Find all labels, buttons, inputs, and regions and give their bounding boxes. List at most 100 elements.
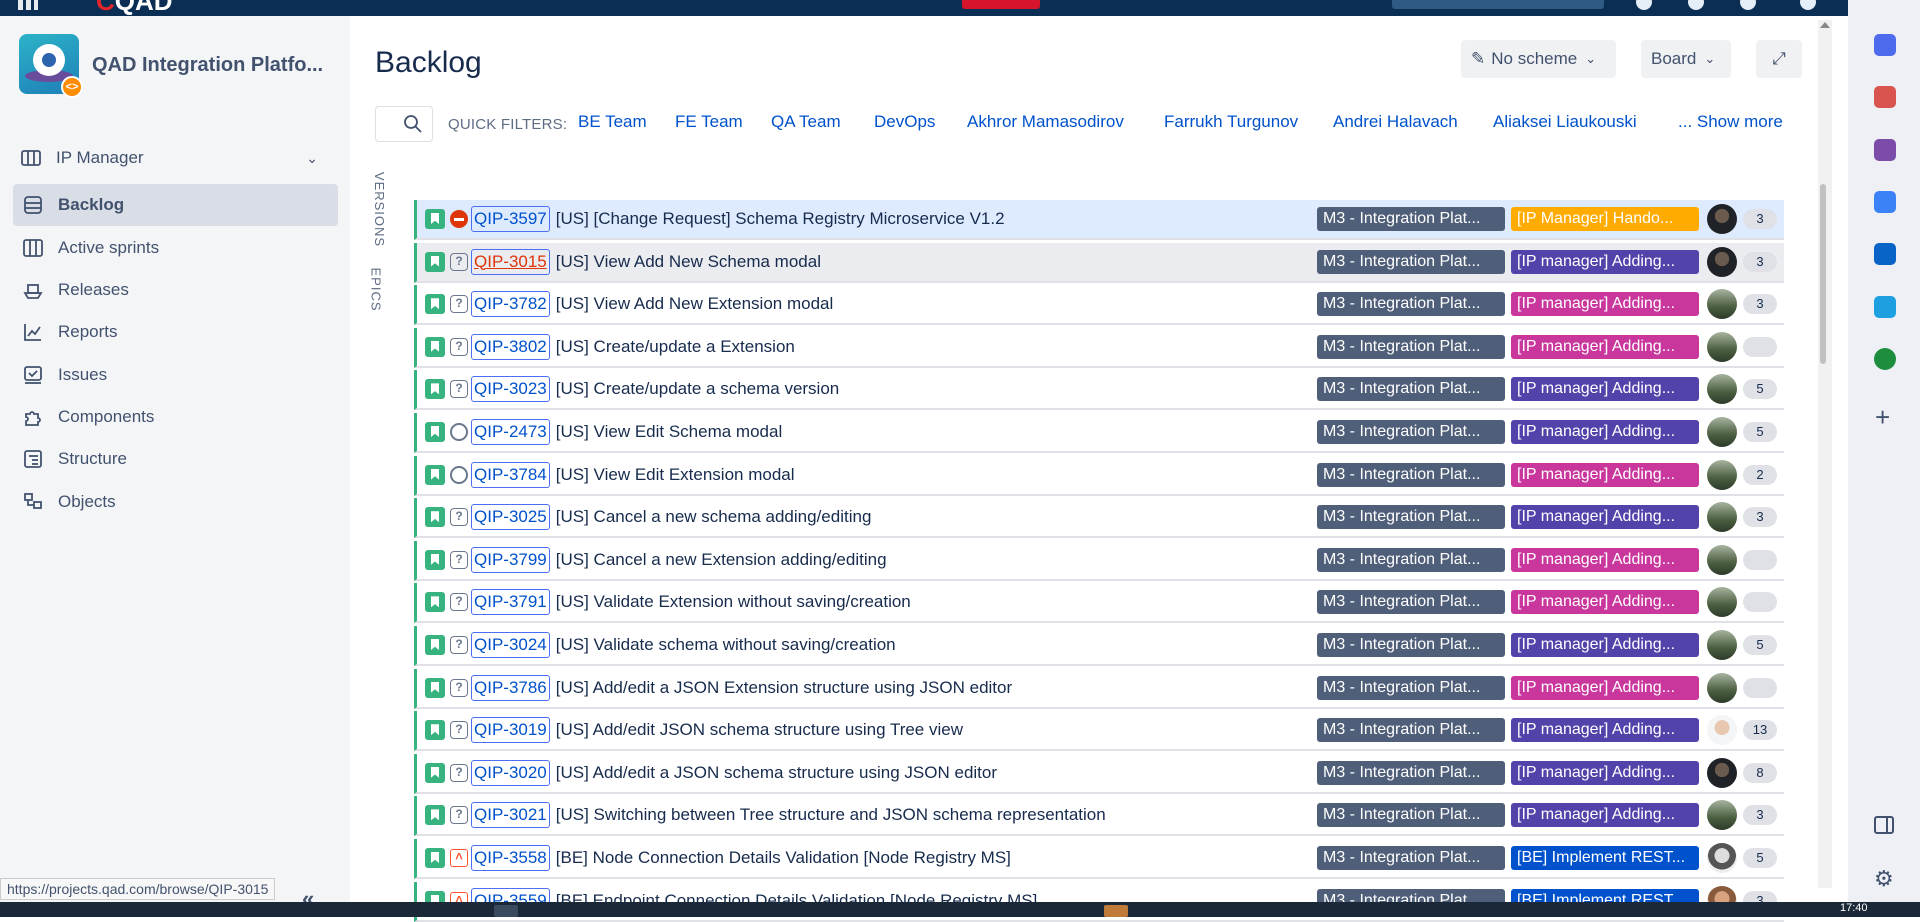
- gear-icon[interactable]: ⚙: [1874, 866, 1894, 892]
- issue-key-link[interactable]: QIP-3791: [471, 589, 550, 616]
- epic-lozenge[interactable]: [IP manager] Adding...: [1511, 420, 1699, 444]
- color-scheme-button[interactable]: ✎ No scheme ⌄: [1461, 40, 1616, 78]
- assignee-avatar[interactable]: [1707, 587, 1737, 618]
- issue-row[interactable]: ? QIP-3020 [US] Add/edit a JSON schema str…: [414, 753, 1784, 794]
- epic-lozenge[interactable]: [IP manager] Adding...: [1511, 249, 1699, 274]
- epic-lozenge[interactable]: [IP manager] Adding...: [1511, 377, 1699, 402]
- notifications-icon[interactable]: [1636, 0, 1652, 10]
- epic-lozenge[interactable]: [IP manager] Adding...: [1511, 505, 1699, 530]
- issue-key-link[interactable]: QIP-3597: [471, 206, 550, 232]
- epic-lozenge[interactable]: [IP Manager] Hando...: [1511, 207, 1699, 231]
- sidebar-item-releases[interactable]: Releases: [13, 269, 338, 311]
- assignee-avatar[interactable]: [1707, 800, 1737, 831]
- sidebar-item-components[interactable]: Components: [13, 396, 338, 438]
- issue-key-link[interactable]: QIP-3786: [471, 674, 550, 701]
- epic-lozenge[interactable]: [BE] Implement REST...: [1511, 846, 1699, 870]
- epic-lozenge[interactable]: [IP manager] Adding...: [1511, 760, 1699, 785]
- issue-row[interactable]: ? QIP-3802 [US] Create/update a Extension M…: [414, 327, 1784, 368]
- issue-row[interactable]: ? QIP-3024 [US] Validate schema without sa…: [414, 626, 1784, 666]
- quick-filter-qa-team[interactable]: QA Team: [771, 112, 841, 132]
- issue-key-link[interactable]: QIP-3021: [471, 802, 550, 829]
- tag-icon[interactable]: [1874, 34, 1896, 56]
- outlook-icon[interactable]: [1874, 243, 1896, 265]
- sidebar-item-backlog[interactable]: Backlog: [13, 184, 338, 226]
- quick-filter-devops[interactable]: DevOps: [874, 112, 935, 132]
- assignee-avatar[interactable]: [1707, 331, 1737, 362]
- copilot-icon[interactable]: [1874, 191, 1896, 213]
- epic-lozenge[interactable]: [IP manager] Adding...: [1511, 292, 1699, 317]
- board-selector[interactable]: IP Manager ⌄: [20, 142, 330, 174]
- epic-lozenge[interactable]: [IP manager] Adding...: [1511, 547, 1699, 572]
- issue-key-link[interactable]: QIP-3784: [471, 461, 550, 488]
- backlog-scrollbar-thumb[interactable]: [1820, 184, 1826, 364]
- project-name[interactable]: QAD Integration Platfo...: [92, 54, 323, 77]
- toolbox-icon[interactable]: [1874, 86, 1896, 108]
- quick-filter-farrukh-turgunov[interactable]: Farrukh Turgunov: [1164, 112, 1298, 132]
- assignee-avatar[interactable]: [1707, 843, 1737, 873]
- assignee-avatar[interactable]: [1707, 459, 1737, 490]
- games-icon[interactable]: [1874, 139, 1896, 161]
- epic-lozenge[interactable]: [IP manager] Adding...: [1511, 803, 1699, 828]
- assignee-avatar[interactable]: [1707, 544, 1737, 575]
- epics-panel-tab[interactable]: EPICS: [369, 267, 384, 311]
- issue-row[interactable]: ? QIP-3782 [US] View Add New Extension mod…: [414, 285, 1784, 326]
- epic-lozenge[interactable]: [IP manager] Adding...: [1511, 675, 1699, 700]
- issue-key-link[interactable]: QIP-3799: [471, 546, 550, 573]
- issue-key-link[interactable]: QIP-3558: [471, 845, 550, 871]
- epic-lozenge[interactable]: [IP manager] Adding...: [1511, 334, 1699, 359]
- quick-filter-be-team[interactable]: BE Team: [578, 112, 647, 132]
- epic-lozenge[interactable]: [IP manager] Adding...: [1511, 718, 1699, 743]
- quick-filter-aliaksei-liaukouski[interactable]: Aliaksei Liaukouski: [1493, 112, 1637, 132]
- add-icon[interactable]: +: [1875, 402, 1890, 433]
- settings-icon[interactable]: [1740, 0, 1756, 10]
- app-switcher-icon[interactable]: [18, 0, 38, 10]
- assignee-avatar[interactable]: [1707, 204, 1737, 234]
- sidebar-item-issues[interactable]: Issues: [13, 354, 338, 396]
- issue-row[interactable]: ? QIP-3021 [US] Switching between Tree str…: [414, 796, 1784, 837]
- issue-key-link[interactable]: QIP-3802: [471, 333, 550, 360]
- issue-row[interactable]: ˄ QIP-3558 [BE] Node Connection Details Va…: [414, 839, 1784, 879]
- issue-key-link[interactable]: QIP-2473: [471, 419, 550, 445]
- issue-key-link[interactable]: QIP-3025: [471, 504, 550, 531]
- taskbar-app-icon[interactable]: [1104, 905, 1128, 917]
- user-avatar[interactable]: [1800, 0, 1816, 10]
- show-more-filters-link[interactable]: ... Show more: [1678, 112, 1783, 132]
- sidebar-item-structure[interactable]: Structure: [13, 438, 338, 480]
- project-avatar[interactable]: <>: [19, 34, 83, 98]
- sidebar-item-objects[interactable]: Objects: [13, 481, 338, 523]
- assignee-avatar[interactable]: [1707, 672, 1737, 703]
- epic-lozenge[interactable]: [IP manager] Adding...: [1511, 462, 1699, 487]
- issue-row[interactable]: ? QIP-3799 [US] Cancel a new Extension add…: [414, 540, 1784, 581]
- issue-row[interactable]: QIP-2473 [US] View Edit Schema modal M3 - …: [414, 413, 1784, 453]
- fullscreen-button[interactable]: ⤢: [1756, 40, 1802, 78]
- quick-filter-andrei-halavach[interactable]: Andrei Halavach: [1333, 112, 1458, 132]
- epic-lozenge[interactable]: [IP manager] Adding...: [1511, 590, 1699, 615]
- issue-key-link[interactable]: QIP-3023: [471, 376, 550, 403]
- send-icon[interactable]: [1874, 296, 1896, 318]
- tree-icon[interactable]: [1874, 348, 1896, 370]
- qad-logo[interactable]: CQAD: [96, 0, 173, 16]
- scroll-up-arrow-icon[interactable]: [1820, 22, 1830, 28]
- issue-key-link[interactable]: QIP-3015: [471, 248, 550, 275]
- issue-key-link[interactable]: QIP-3020: [471, 759, 550, 786]
- versions-panel-tab[interactable]: VERSIONS: [372, 172, 387, 247]
- backlog-search-input[interactable]: [375, 106, 433, 142]
- issue-key-link[interactable]: QIP-3024: [471, 632, 550, 658]
- sidebar-panel-icon[interactable]: [1874, 816, 1894, 834]
- assignee-avatar[interactable]: [1707, 417, 1737, 447]
- assignee-avatar[interactable]: [1707, 289, 1737, 320]
- issue-row[interactable]: ? QIP-3015 [US] View Add New Schema modal M…: [414, 242, 1784, 283]
- epic-lozenge[interactable]: [IP manager] Adding...: [1511, 633, 1699, 657]
- sidebar-item-active-sprints[interactable]: Active sprints: [13, 227, 338, 269]
- assignee-avatar[interactable]: [1707, 715, 1737, 746]
- sidebar-item-reports[interactable]: Reports: [13, 311, 338, 353]
- issue-key-link[interactable]: QIP-3019: [471, 717, 550, 744]
- issue-row[interactable]: ? QIP-3023 [US] Create/update a schema ver…: [414, 370, 1784, 411]
- issue-row[interactable]: ? QIP-3791 [US] Validate Extension without…: [414, 583, 1784, 624]
- create-button[interactable]: [962, 0, 1040, 9]
- assignee-avatar[interactable]: [1707, 757, 1737, 788]
- quick-filter-fe-team[interactable]: FE Team: [675, 112, 743, 132]
- assignee-avatar[interactable]: [1707, 246, 1737, 277]
- global-search[interactable]: [1392, 0, 1604, 9]
- issue-row[interactable]: ? QIP-3019 [US] Add/edit JSON schema struc…: [414, 711, 1784, 752]
